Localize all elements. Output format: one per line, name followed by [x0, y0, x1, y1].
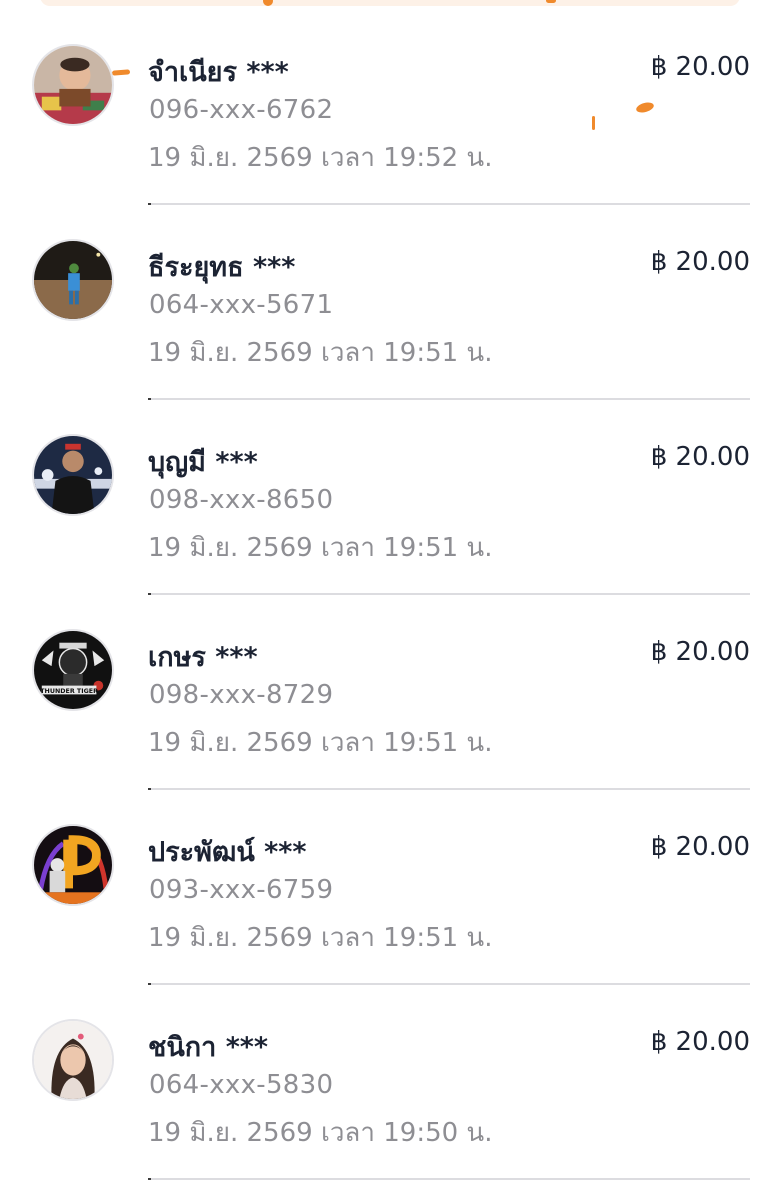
sender-phone: 096-xxx-6762: [149, 95, 334, 125]
transaction-amount: ฿ 20.00: [650, 832, 750, 862]
sender-name: จำเนียร ***: [148, 57, 289, 88]
transaction-row[interactable]: ธีระยุทธ *** 064-xxx-5671 19 มิ.ย. 2569 …: [0, 195, 783, 400]
row-divider: [148, 1178, 750, 1180]
sender-phone: 098-xxx-8650: [149, 485, 334, 515]
sender-phone: 098-xxx-8729: [149, 680, 334, 710]
transaction-amount: ฿ 20.00: [650, 442, 750, 472]
transaction-row[interactable]: ประพัฒน์ *** 093-xxx-6759 19 มิ.ย. 2569 …: [0, 780, 783, 985]
transaction-datetime: 19 มิ.ย. 2569 เวลา 19:51 น.: [148, 533, 493, 563]
thunder-tiger-logo-avatar: THUNDER TIGER: [32, 629, 114, 711]
transaction-amount: ฿ 20.00: [650, 247, 750, 277]
avatar-logo-text: THUNDER TIGER: [40, 688, 98, 695]
transaction-amount: ฿ 20.00: [650, 52, 750, 82]
sender-phone: 064-xxx-5830: [149, 1070, 334, 1100]
night-field-photo-avatar: [32, 239, 114, 321]
transaction-datetime: 19 มิ.ย. 2569 เวลา 19:51 น.: [148, 338, 493, 368]
transaction-row[interactable]: จำเนียร *** 096-xxx-6762 19 มิ.ย. 2569 เ…: [0, 0, 783, 205]
sender-name: ธีระยุทธ ***: [148, 252, 296, 283]
woman-portrait-avatar: [32, 1019, 114, 1101]
transaction-row[interactable]: ชนิกา *** 064-xxx-5830 19 มิ.ย. 2569 เวล…: [0, 975, 783, 1180]
sender-phone: 093-xxx-6759: [149, 875, 334, 905]
transaction-amount: ฿ 20.00: [650, 637, 750, 667]
transaction-datetime: 19 มิ.ย. 2569 เวลา 19:50 น.: [148, 1118, 493, 1148]
transaction-row[interactable]: THUNDER TIGER เกษร *** 098-xxx-8729 19 ม…: [0, 585, 783, 790]
transaction-datetime: 19 มิ.ย. 2569 เวลา 19:51 น.: [148, 923, 493, 953]
sender-name: เกษร ***: [148, 642, 258, 673]
transaction-datetime: 19 มิ.ย. 2569 เวลา 19:52 น.: [148, 143, 493, 173]
man-portrait-avatar: [32, 434, 114, 516]
transaction-row[interactable]: บุญมี *** 098-xxx-8650 19 มิ.ย. 2569 เวล…: [0, 390, 783, 595]
transaction-history-screen: จำเนียร *** 096-xxx-6762 19 มิ.ย. 2569 เ…: [0, 0, 783, 1200]
sender-phone: 064-xxx-5671: [149, 290, 334, 320]
transaction-amount: ฿ 20.00: [650, 1027, 750, 1057]
transaction-datetime: 19 มิ.ย. 2569 เวลา 19:51 น.: [148, 728, 493, 758]
letter-p-dragon-avatar: [32, 824, 114, 906]
baby-photo-avatar: [32, 44, 114, 126]
sender-name: บุญมี ***: [148, 447, 258, 478]
sender-name: ชนิกา ***: [148, 1032, 269, 1063]
sender-name: ประพัฒน์ ***: [148, 837, 307, 868]
